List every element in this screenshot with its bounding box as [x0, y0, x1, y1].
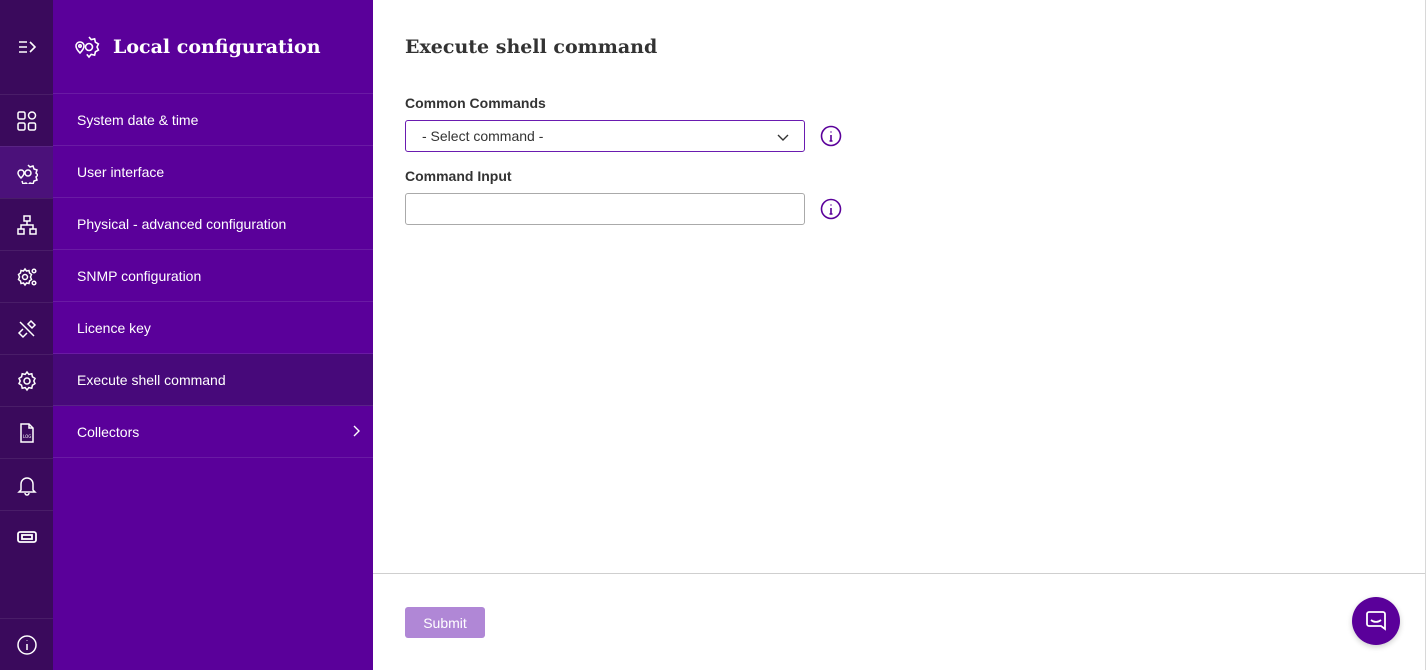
sidebar-item-label: System date & time: [77, 111, 199, 128]
page-title: Execute shell command: [405, 36, 658, 58]
location-settings-icon: [75, 35, 100, 58]
menu-expand-icon[interactable]: [0, 0, 53, 94]
sidebar-item-collectors[interactable]: Collectors: [53, 406, 373, 458]
sidebar-item-execute-shell-command[interactable]: Execute shell command: [53, 354, 373, 406]
dashboard-grid-icon[interactable]: [0, 94, 53, 146]
chevron-right-icon: [353, 425, 360, 437]
sidebar-item-label: Physical - advanced configuration: [77, 215, 287, 232]
sidebar-item-label: Licence key: [77, 319, 151, 336]
select-value: - Select command -: [422, 128, 544, 144]
sidebar-header: Local configuration: [53, 0, 373, 94]
sidebar-item-snmp[interactable]: SNMP configuration: [53, 250, 373, 302]
svg-text:LOG: LOG: [23, 434, 31, 439]
chat-icon: [1366, 611, 1386, 631]
sidebar-item-label: Execute shell command: [77, 371, 226, 388]
sidebar-item-licence-key[interactable]: Licence key: [53, 302, 373, 354]
sidebar-item-system-date-time[interactable]: System date & time: [53, 94, 373, 146]
common-commands-label: Common Commands: [405, 95, 546, 111]
command-input-field[interactable]: [405, 193, 805, 225]
chevron-down-icon: [777, 134, 789, 141]
ticket-icon[interactable]: [0, 510, 53, 562]
info-icon[interactable]: [820, 125, 842, 147]
tools-icon[interactable]: [0, 302, 53, 354]
submit-button[interactable]: Submit: [405, 607, 485, 638]
common-commands-select[interactable]: - Select command -: [405, 120, 805, 152]
command-input-label: Command Input: [405, 168, 512, 184]
sidebar-item-physical-advanced[interactable]: Physical - advanced configuration: [53, 198, 373, 250]
icon-rail: LOG: [0, 0, 53, 670]
form-footer: Submit: [373, 573, 1426, 671]
main-content: Execute shell command Common Commands - …: [373, 0, 1426, 671]
info-icon[interactable]: [0, 618, 53, 670]
sidebar-item-user-interface[interactable]: User interface: [53, 146, 373, 198]
chat-launcher-button[interactable]: [1352, 597, 1400, 645]
sidebar-item-label: Collectors: [77, 423, 140, 440]
gear-icon[interactable]: [0, 354, 53, 406]
network-icon[interactable]: [0, 198, 53, 250]
location-settings-icon[interactable]: [0, 146, 53, 198]
sidebar-item-label: User interface: [77, 163, 165, 180]
info-icon[interactable]: [820, 198, 842, 220]
sidebar-title: Local configuration: [113, 35, 321, 58]
bell-icon[interactable]: [0, 458, 53, 510]
settings-share-icon[interactable]: [0, 250, 53, 302]
sidebar-item-label: SNMP configuration: [77, 267, 202, 284]
sidebar: Local configuration System date & time U…: [53, 0, 373, 670]
log-file-icon[interactable]: LOG: [0, 406, 53, 458]
